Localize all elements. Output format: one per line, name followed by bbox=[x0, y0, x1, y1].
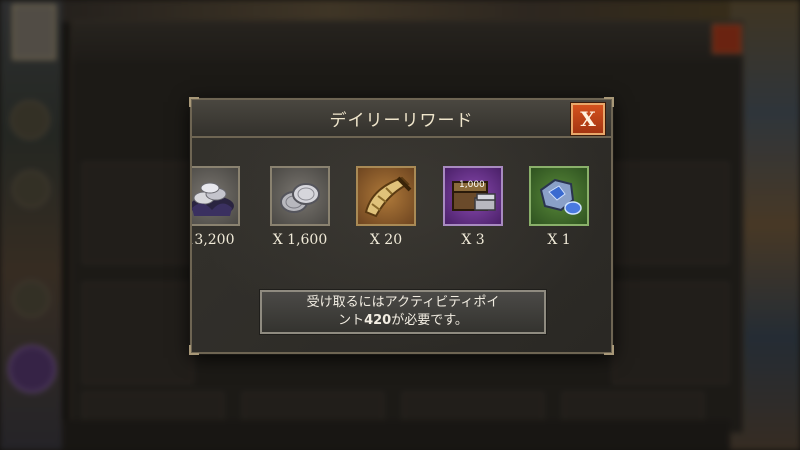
frame-corner bbox=[604, 345, 614, 355]
reward-item[interactable]: X 1 bbox=[529, 166, 589, 246]
reward-item[interactable]: 13,200 bbox=[192, 166, 240, 246]
reward-quantity: X 3 bbox=[461, 232, 485, 246]
dialog-titlebar: デイリーリワード X bbox=[192, 100, 611, 138]
reward-item[interactable]: 1,000 X 3 bbox=[443, 166, 503, 246]
daily-reward-dialog: デイリーリワード X 13,200 bbox=[189, 97, 614, 355]
resource-crate-icon bbox=[452, 181, 496, 211]
frame-corner bbox=[189, 345, 199, 355]
reward-slot bbox=[529, 166, 589, 226]
dialog-title: デイリーリワード bbox=[329, 110, 474, 131]
requirement-line-2: ント420が必要です。 bbox=[307, 312, 500, 330]
close-icon: X bbox=[580, 107, 596, 131]
requirement-suffix: が必要です。 bbox=[391, 313, 468, 328]
reward-quantity: 13,200 bbox=[192, 232, 235, 246]
requirement-text: 受け取るにはアクティビティポイ ント420が必要です。 bbox=[307, 294, 500, 330]
close-button[interactable]: X bbox=[571, 103, 605, 135]
activity-requirement-banner: 受け取るにはアクティビティポイ ント420が必要です。 bbox=[260, 290, 546, 334]
reward-quantity: X 1,600 bbox=[272, 232, 328, 246]
reward-item[interactable]: X 20 bbox=[356, 166, 416, 246]
reward-quantity: X 20 bbox=[369, 232, 403, 246]
required-points: 420 bbox=[364, 313, 392, 328]
reward-slot bbox=[356, 166, 416, 226]
requirement-line-1: 受け取るにはアクティビティポイ bbox=[306, 295, 500, 310]
silver-coins-icon bbox=[280, 183, 320, 213]
crate-badge: 1,000 bbox=[459, 180, 485, 190]
reward-slot bbox=[270, 166, 330, 226]
reward-item[interactable]: X 1,600 bbox=[270, 166, 330, 246]
war-horn-icon bbox=[364, 176, 412, 218]
silver-pile-icon bbox=[192, 182, 234, 216]
reward-slot: 1,000 bbox=[443, 166, 503, 226]
gem-ore-icon bbox=[539, 178, 582, 215]
reward-quantity: X 1 bbox=[547, 232, 571, 246]
reward-slot bbox=[192, 166, 240, 226]
reward-list: 13,200 X 1,600 bbox=[192, 166, 611, 246]
requirement-prefix: ント bbox=[338, 313, 365, 328]
